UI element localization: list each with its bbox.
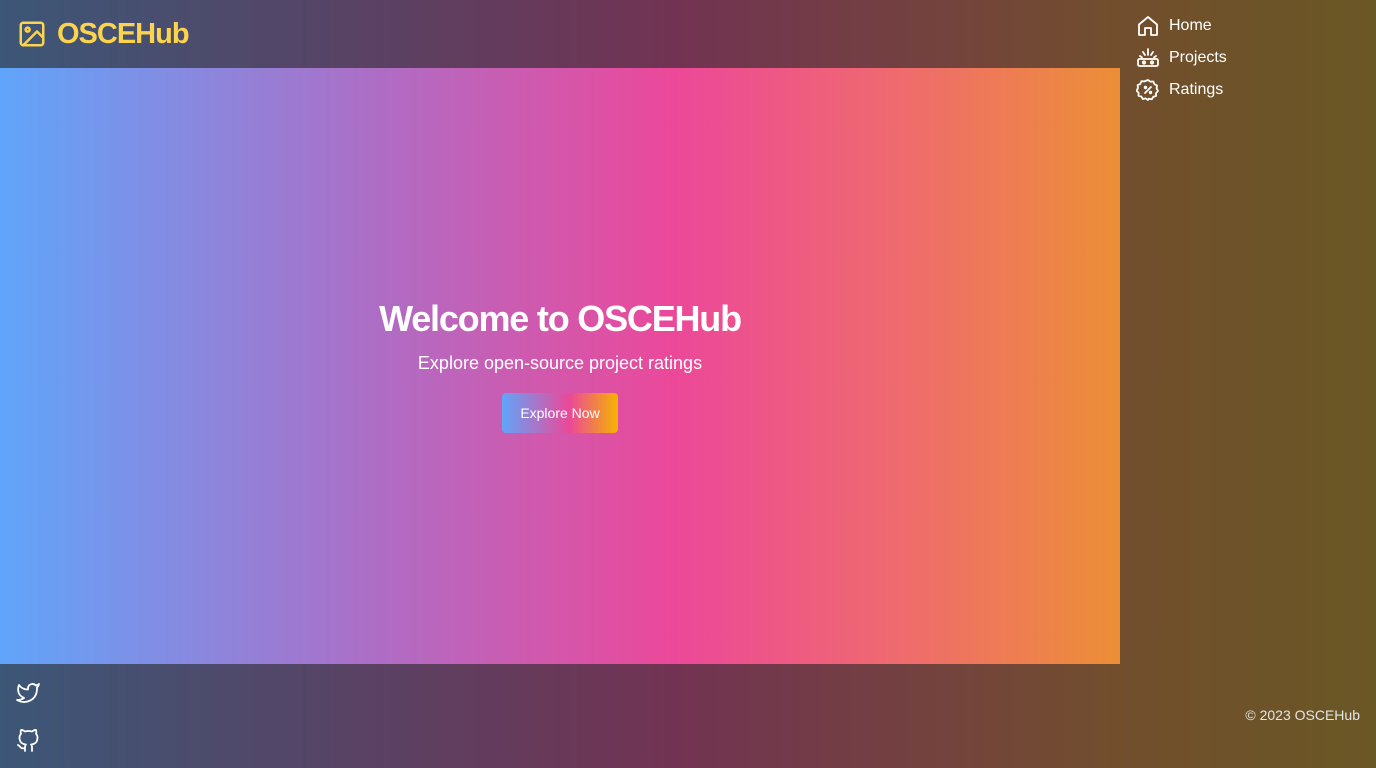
nav-item-label: Ratings: [1169, 81, 1224, 98]
github-icon: [17, 729, 39, 752]
hero-title: Welcome to OSCEHub: [379, 298, 742, 339]
sidebar-panel: [1120, 68, 1376, 664]
brand-logo[interactable]: OSCEHub: [17, 18, 190, 50]
projects-icon: [1137, 48, 1159, 67]
image-icon: [19, 21, 45, 47]
home-icon: [1138, 16, 1158, 36]
brand-name: OSCEHub: [57, 18, 190, 50]
footer-bar: [0, 664, 1376, 768]
nav-item-projects[interactable]: Projects: [1136, 46, 1227, 70]
twitter-icon: [16, 683, 40, 703]
github-link[interactable]: [16, 729, 40, 753]
nav-item-ratings[interactable]: Ratings: [1136, 78, 1227, 102]
copyright-text: © 2023 OSCEHub: [1245, 707, 1360, 723]
sidebar-nav: Home Projects Ratings: [1136, 14, 1227, 102]
hero-section: Welcome to OSCEHub Explore open-source p…: [0, 68, 1120, 664]
hero-subtitle: Explore open-source project ratings: [417, 353, 703, 373]
ratings-badge-icon: [1136, 79, 1159, 101]
nav-item-label: Projects: [1169, 49, 1227, 66]
nav-item-home[interactable]: Home: [1136, 14, 1227, 38]
twitter-link[interactable]: [16, 681, 40, 705]
nav-item-label: Home: [1169, 17, 1212, 34]
explore-now-button[interactable]: Explore Now: [502, 393, 618, 433]
app-page: OSCEHub Home Projects Ratings Welcome to…: [0, 0, 1376, 768]
